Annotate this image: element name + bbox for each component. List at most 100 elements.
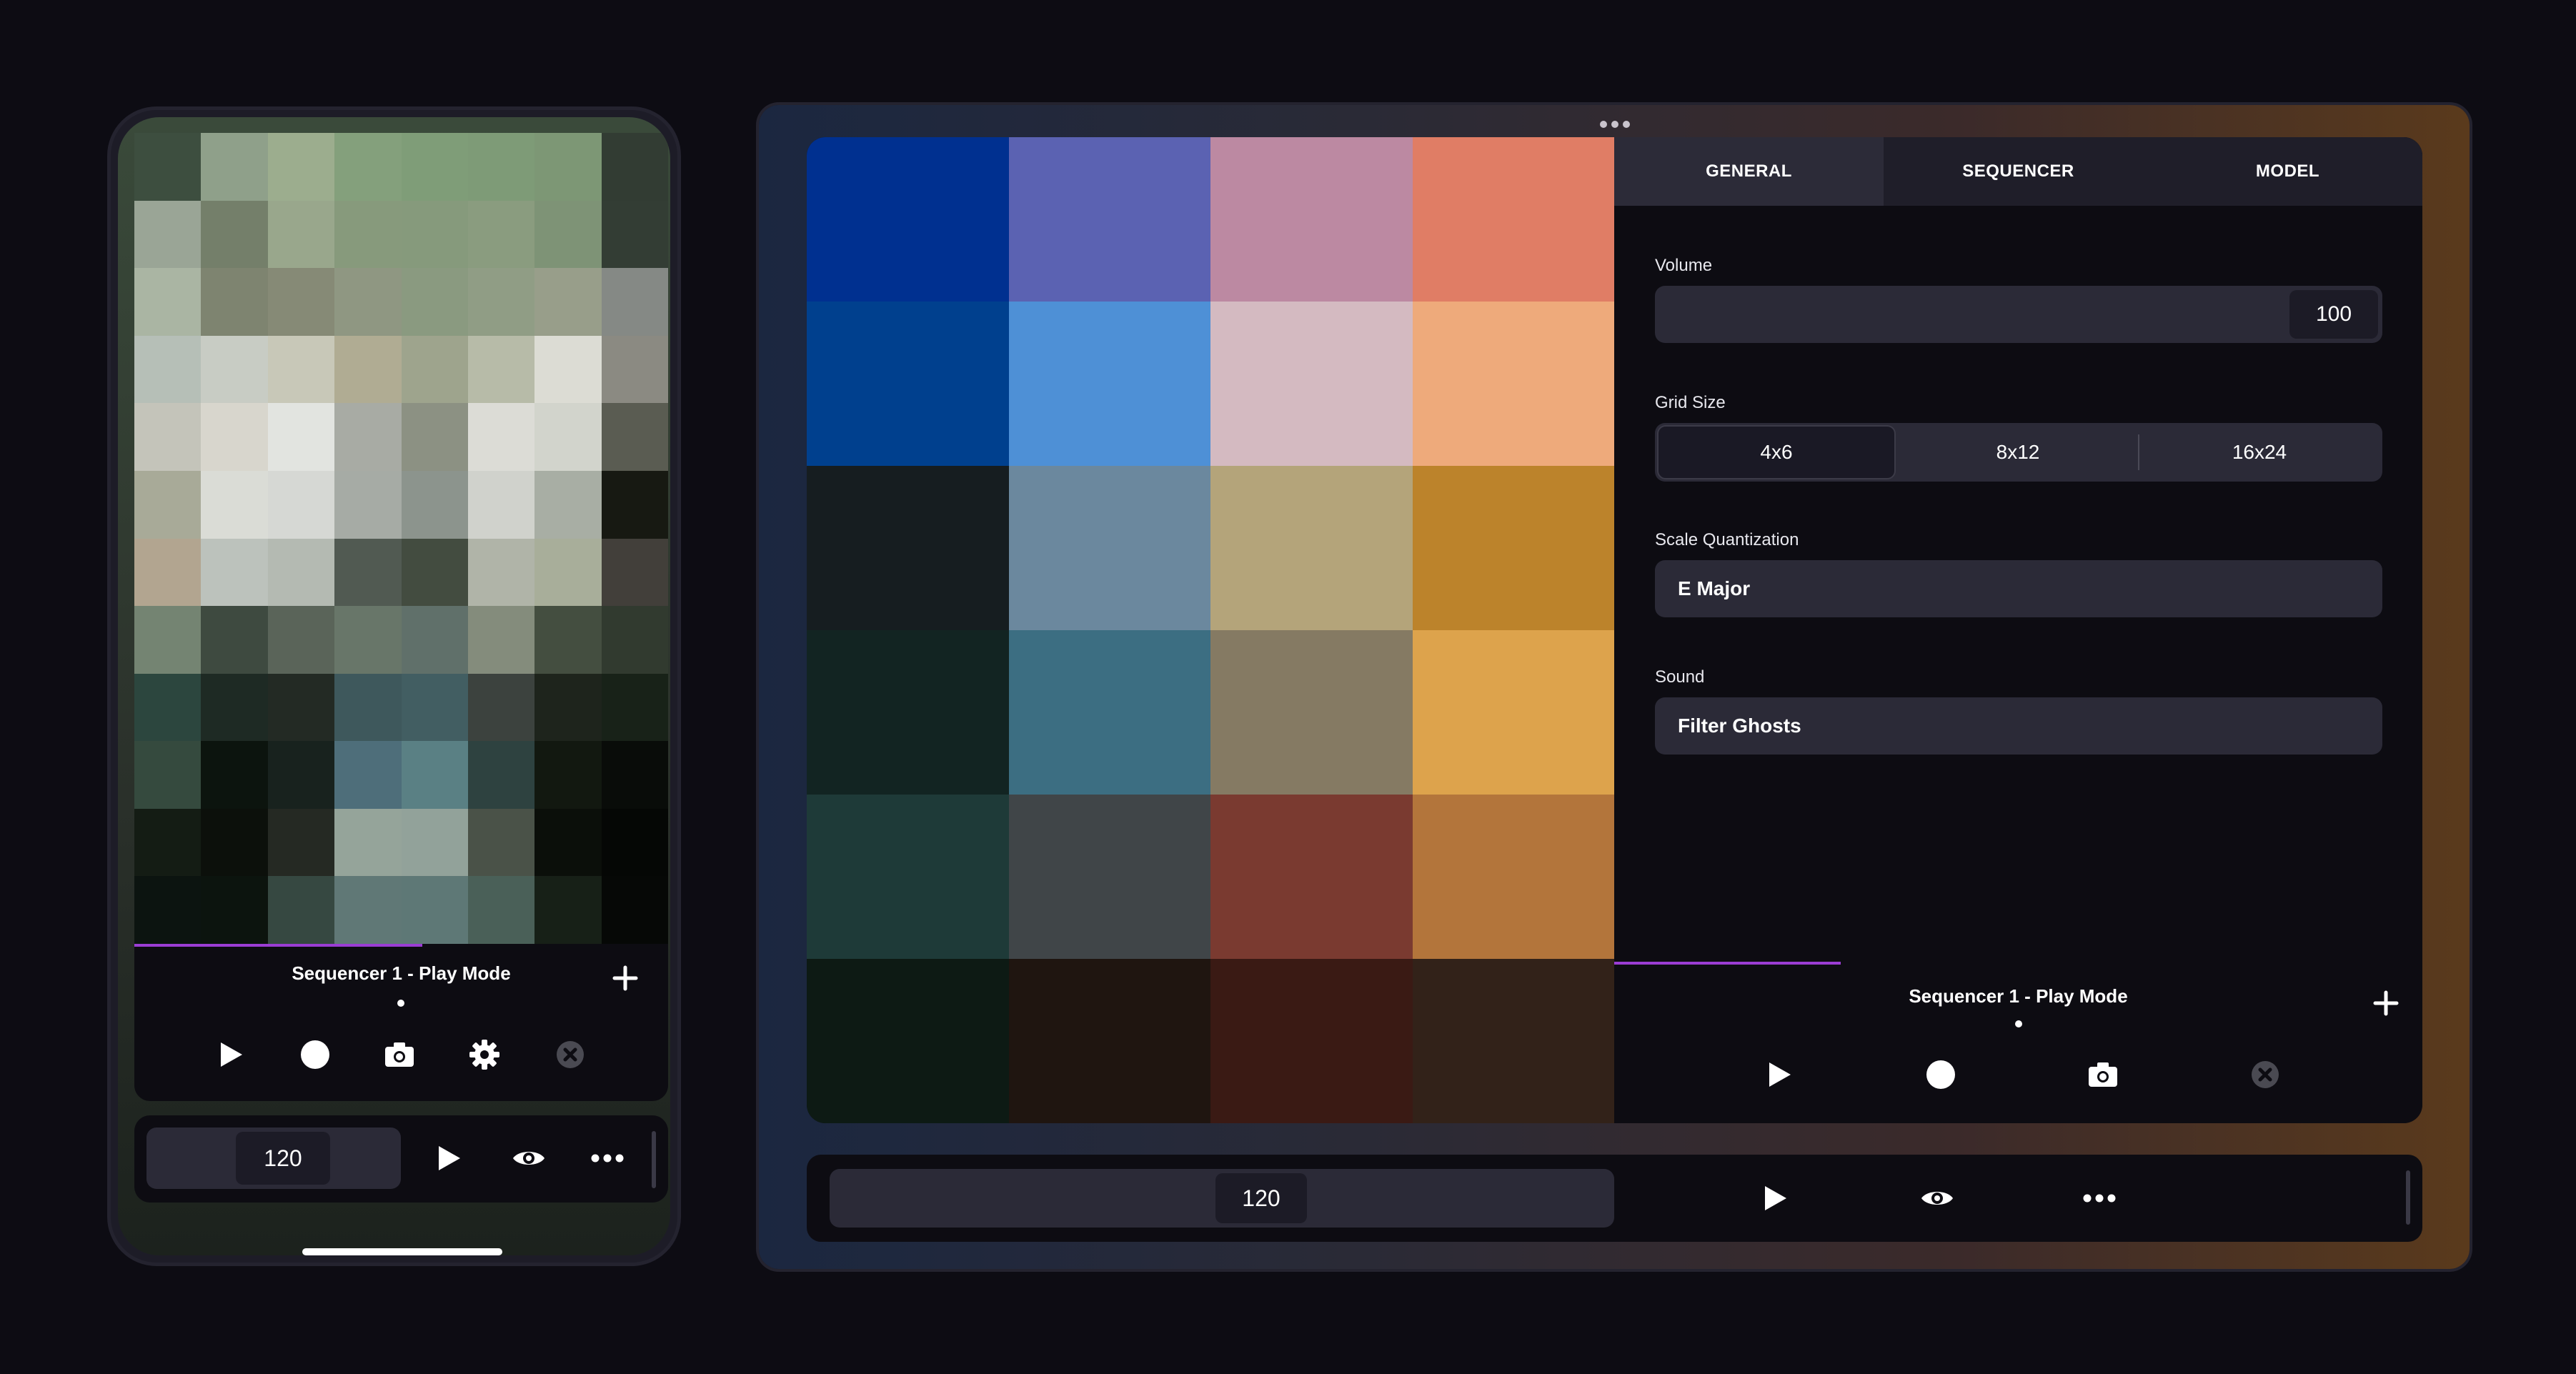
phone-pad[interactable] [601, 268, 668, 336]
phone-pad[interactable] [601, 876, 668, 944]
phone-pad[interactable] [467, 200, 535, 269]
phone-pad[interactable] [401, 200, 468, 269]
phone-pad[interactable] [201, 403, 268, 471]
phone-tempo-slider[interactable]: 120 [146, 1127, 401, 1189]
phone-pad[interactable] [534, 470, 602, 539]
phone-pad[interactable] [467, 741, 535, 809]
phone-pad[interactable] [201, 808, 268, 877]
phone-pad[interactable] [201, 268, 268, 336]
phone-pad[interactable] [134, 876, 202, 944]
phone-pad[interactable] [334, 403, 402, 471]
phone-transport-scrollbar[interactable] [652, 1131, 656, 1188]
tablet-transport-scrollbar[interactable] [2406, 1170, 2410, 1225]
phone-pad[interactable] [201, 335, 268, 404]
phone-page-dot[interactable] [397, 1000, 404, 1007]
phone-pad[interactable] [467, 808, 535, 877]
scale-select[interactable]: E Major [1655, 560, 2382, 617]
phone-pad[interactable] [401, 673, 468, 742]
tablet-tempo-value[interactable]: 120 [1215, 1173, 1307, 1223]
phone-pad[interactable] [467, 673, 535, 742]
tablet-pad[interactable] [807, 466, 1009, 630]
tablet-pad[interactable] [1008, 959, 1210, 1123]
phone-pad[interactable] [201, 876, 268, 944]
tablet-add-button[interactable] [2370, 987, 2402, 1019]
phone-pad[interactable] [267, 470, 335, 539]
grid-option-4x6[interactable]: 4x6 [1657, 425, 1896, 479]
tablet-pad[interactable] [1008, 302, 1210, 466]
tab-sequencer[interactable]: SEQUENCER [1884, 137, 2153, 206]
tablet-pad[interactable] [807, 630, 1009, 795]
phone-pad[interactable] [334, 470, 402, 539]
tablet-pad[interactable] [807, 959, 1009, 1123]
phone-pad[interactable] [201, 538, 268, 607]
tablet-pad[interactable] [807, 137, 1009, 302]
tablet-more-button[interactable] [2082, 1180, 2117, 1216]
phone-pad[interactable] [467, 876, 535, 944]
phone-tempo-value[interactable]: 120 [236, 1132, 330, 1185]
tablet-pad[interactable] [1210, 959, 1413, 1123]
phone-pad[interactable] [334, 741, 402, 809]
phone-pad[interactable] [134, 403, 202, 471]
phone-pad[interactable] [267, 673, 335, 742]
grid-option-8x12[interactable]: 8x12 [1898, 423, 2138, 482]
volume-value[interactable]: 100 [2289, 290, 2378, 339]
tablet-page-dot[interactable] [2015, 1020, 2022, 1027]
phone-pad[interactable] [267, 876, 335, 944]
phone-pad[interactable] [534, 673, 602, 742]
phone-pad[interactable] [601, 538, 668, 607]
tablet-pad[interactable] [1008, 466, 1210, 630]
tablet-visibility-button[interactable] [1918, 1180, 1956, 1216]
phone-pad-grid[interactable] [134, 133, 668, 944]
phone-pad[interactable] [267, 335, 335, 404]
tab-model[interactable]: MODEL [2153, 137, 2422, 206]
phone-pad[interactable] [267, 403, 335, 471]
phone-pad[interactable] [334, 200, 402, 269]
phone-pad[interactable] [334, 606, 402, 674]
phone-pad[interactable] [601, 673, 668, 742]
tablet-pad[interactable] [1008, 137, 1210, 302]
phone-pad[interactable] [201, 673, 268, 742]
phone-pad[interactable] [267, 200, 335, 269]
phone-pad[interactable] [267, 133, 335, 201]
home-indicator[interactable] [302, 1248, 502, 1255]
tablet-pad[interactable] [1412, 630, 1614, 795]
phone-pad[interactable] [401, 133, 468, 201]
tablet-pad[interactable] [1412, 302, 1614, 466]
phone-pad[interactable] [534, 876, 602, 944]
phone-pad[interactable] [601, 133, 668, 201]
phone-close-button[interactable] [552, 1037, 588, 1072]
phone-pad[interactable] [401, 876, 468, 944]
tablet-record-button[interactable] [1923, 1057, 1959, 1092]
phone-pad[interactable] [534, 403, 602, 471]
tablet-pad[interactable] [1210, 137, 1413, 302]
phone-pad[interactable] [334, 876, 402, 944]
phone-pad[interactable] [601, 403, 668, 471]
phone-play-button[interactable] [213, 1037, 249, 1072]
phone-transport-play-button[interactable] [431, 1140, 467, 1176]
phone-pad[interactable] [267, 606, 335, 674]
phone-pad[interactable] [601, 606, 668, 674]
phone-pad[interactable] [134, 268, 202, 336]
phone-pad[interactable] [534, 268, 602, 336]
phone-pad[interactable] [201, 470, 268, 539]
tablet-pad[interactable] [807, 795, 1009, 959]
tablet-tempo-slider[interactable]: 120 [830, 1169, 1614, 1228]
phone-pad[interactable] [134, 808, 202, 877]
phone-pad[interactable] [134, 741, 202, 809]
tablet-camera-button[interactable] [2085, 1057, 2121, 1092]
phone-pad[interactable] [401, 606, 468, 674]
phone-pad[interactable] [334, 268, 402, 336]
phone-pad[interactable] [601, 741, 668, 809]
phone-pad[interactable] [134, 606, 202, 674]
tablet-pad[interactable] [1412, 137, 1614, 302]
volume-slider[interactable]: 100 [1655, 286, 2382, 343]
grid-option-16x24[interactable]: 16x24 [2139, 423, 2379, 482]
phone-pad[interactable] [334, 808, 402, 877]
phone-pad[interactable] [201, 606, 268, 674]
phone-pad[interactable] [401, 403, 468, 471]
phone-pad[interactable] [201, 200, 268, 269]
phone-pad[interactable] [334, 335, 402, 404]
phone-pad[interactable] [267, 538, 335, 607]
sound-select[interactable]: Filter Ghosts [1655, 697, 2382, 755]
phone-pad[interactable] [534, 200, 602, 269]
